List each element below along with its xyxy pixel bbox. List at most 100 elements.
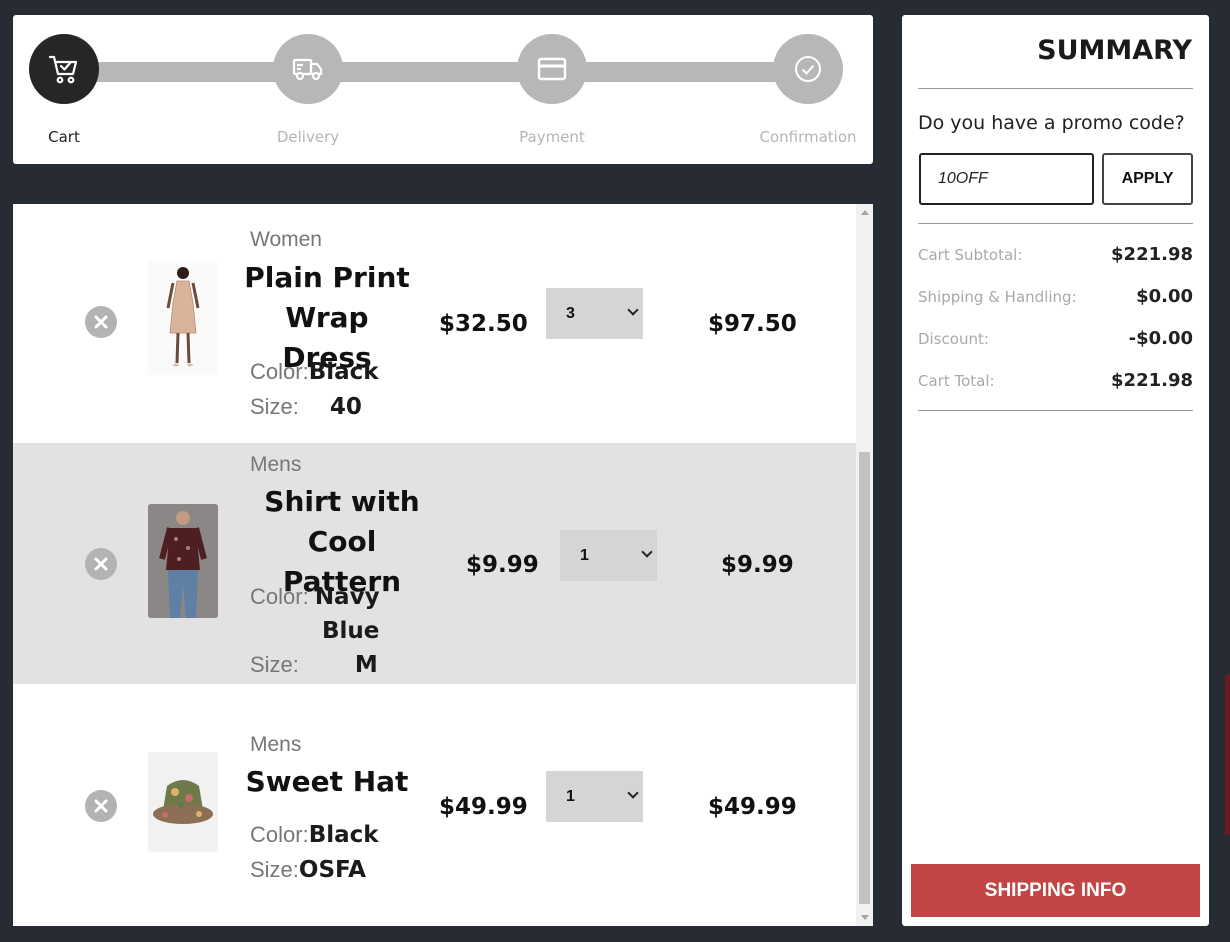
- background-window-edge: [1225, 675, 1230, 835]
- checkout-stepper: Cart Delivery Payment Confirmation: [13, 15, 873, 164]
- color-label: Color:: [250, 359, 309, 384]
- scrollbar-thumb[interactable]: [859, 452, 870, 904]
- shipping-info-button[interactable]: SHIPPING INFO: [911, 864, 1200, 917]
- stepper-track: [73, 62, 803, 82]
- check-circle-icon: [795, 56, 821, 82]
- color-value: Navy: [314, 584, 380, 610]
- promo-question: Do you have a promo code?: [918, 112, 1185, 134]
- product-color: Color:Black: [250, 359, 379, 385]
- step-label: Delivery: [276, 128, 340, 146]
- summary-title: SUMMARY: [1037, 35, 1192, 66]
- product-name-line: Shirt with: [264, 485, 420, 518]
- card-icon: [537, 57, 567, 81]
- chevron-down-icon: [641, 546, 653, 558]
- cart-scrollbar[interactable]: [856, 204, 873, 926]
- bucket-hat-image: [153, 780, 213, 824]
- quantity-select[interactable]: 3: [546, 288, 643, 339]
- size-label: Size:: [250, 857, 299, 882]
- order-summary: SUMMARY Do you have a promo code? APPLY …: [902, 15, 1209, 926]
- cart-icon: [48, 55, 78, 84]
- summary-line-label: Shipping & Handling:: [918, 288, 1077, 306]
- product-category: Mens: [250, 733, 302, 756]
- product-name-line: Plain Print: [244, 261, 410, 294]
- divider: [918, 410, 1193, 411]
- step-cart[interactable]: Cart: [0, 15, 134, 164]
- line-total: $97.50: [708, 311, 797, 337]
- step-confirmation[interactable]: Confirmation: [738, 15, 878, 164]
- cart-item: Women Plain Print Wrap Dress Color:Black…: [13, 204, 856, 445]
- product-image[interactable]: [148, 504, 218, 618]
- truck-icon: [292, 58, 323, 81]
- product-name[interactable]: Sweet Hat: [237, 762, 417, 802]
- color-label: Color:: [250, 584, 309, 609]
- scroll-up-arrow[interactable]: [861, 210, 869, 215]
- summary-line-label: Discount:: [918, 330, 989, 348]
- size-label: Size:: [250, 394, 299, 419]
- line-total: $49.99: [708, 794, 797, 820]
- step-label: Payment: [519, 128, 585, 146]
- step-circle: [273, 34, 343, 104]
- remove-item-button[interactable]: [85, 548, 117, 580]
- quantity-value: 1: [580, 546, 589, 564]
- summary-line-label: Cart Total:: [918, 372, 995, 390]
- product-size: Size: M: [250, 652, 378, 678]
- step-label: Cart: [48, 128, 80, 146]
- product-color: Color: Navy: [250, 584, 380, 610]
- remove-item-button[interactable]: [85, 790, 117, 822]
- size-label: Size:: [250, 652, 299, 677]
- product-category: Mens: [250, 453, 302, 476]
- product-color: Color:Black: [250, 822, 379, 848]
- product-size: Size: 40: [250, 394, 362, 420]
- cart-item: Mens Sweet Hat Color:Black Size:OSFA $49…: [13, 684, 856, 925]
- size-value: OSFA: [298, 857, 366, 883]
- size-value: 40: [329, 394, 362, 420]
- close-icon: [94, 315, 108, 329]
- size-value: M: [354, 652, 378, 678]
- divider: [918, 223, 1193, 224]
- summary-line-value: -$0.00: [1128, 328, 1193, 349]
- cart-list: Women Plain Print Wrap Dress Color:Black…: [13, 204, 873, 926]
- quantity-value: 3: [566, 304, 575, 322]
- summary-line-value: $221.98: [1111, 244, 1193, 265]
- product-name-line: Sweet Hat: [245, 765, 409, 798]
- chevron-down-icon: [627, 787, 639, 799]
- color-value: Blue: [322, 618, 380, 644]
- close-icon: [94, 557, 108, 571]
- product-size: Size:OSFA: [250, 857, 366, 883]
- unit-price: $9.99: [466, 552, 539, 578]
- quantity-select[interactable]: 1: [546, 771, 643, 822]
- close-icon: [94, 799, 108, 813]
- step-delivery[interactable]: Delivery: [238, 15, 378, 164]
- step-label: Confirmation: [759, 128, 857, 146]
- line-total: $9.99: [721, 552, 794, 578]
- color-value: Black: [308, 359, 379, 385]
- step-payment[interactable]: Payment: [482, 15, 622, 164]
- color-label: Color:: [250, 822, 309, 847]
- summary-line-value: $0.00: [1136, 286, 1193, 307]
- step-circle: [517, 34, 587, 104]
- product-image[interactable]: [148, 752, 218, 852]
- summary-line-value: $221.98: [1111, 370, 1193, 391]
- quantity-select[interactable]: 1: [560, 530, 657, 581]
- unit-price: $49.99: [439, 794, 528, 820]
- product-image[interactable]: [148, 261, 218, 375]
- apply-promo-button[interactable]: APPLY: [1102, 153, 1193, 205]
- scroll-down-arrow[interactable]: [861, 915, 869, 920]
- product-color-continued: Blue: [322, 618, 379, 644]
- step-circle: [773, 34, 843, 104]
- summary-line-subtotal: Cart Subtotal: $221.98: [918, 244, 1193, 268]
- step-circle: [29, 34, 99, 104]
- unit-price: $32.50: [439, 311, 528, 337]
- chevron-down-icon: [627, 304, 639, 316]
- color-value: Black: [308, 822, 379, 848]
- summary-line-discount: Discount: -$0.00: [918, 328, 1193, 352]
- summary-line-total: Cart Total: $221.98: [918, 370, 1193, 394]
- summary-line-shipping: Shipping & Handling: $0.00: [918, 286, 1193, 310]
- summary-line-label: Cart Subtotal:: [918, 246, 1023, 264]
- quantity-value: 1: [566, 787, 575, 805]
- shirt-model-image: [148, 504, 218, 618]
- promo-code-input[interactable]: [919, 153, 1094, 205]
- cart-item: Mens Shirt with Cool Pattern Color: Navy…: [13, 443, 856, 684]
- remove-item-button[interactable]: [85, 306, 117, 338]
- dress-model-image: [166, 267, 200, 367]
